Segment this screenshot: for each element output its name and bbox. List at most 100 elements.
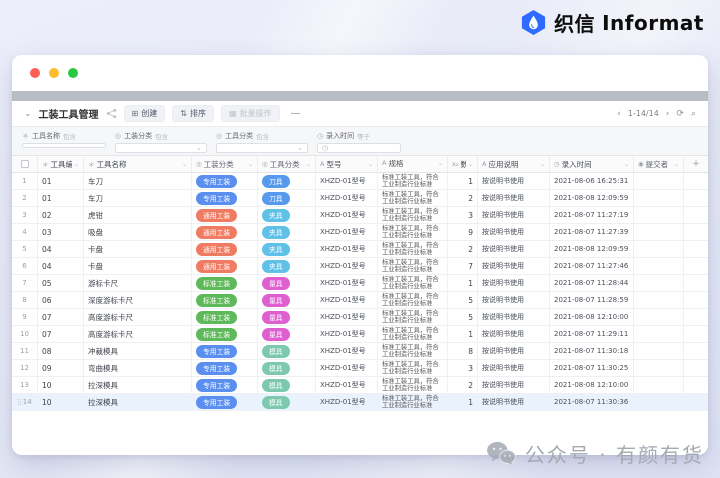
cell-tool-name[interactable]: 深度游标卡尺 — [84, 292, 192, 308]
cell-tool-name[interactable]: 高度游标卡尺 — [84, 309, 192, 325]
cell-entry-time[interactable]: 2021-08-07 11:27:39 — [550, 224, 634, 240]
drag-handle-icon[interactable]: ⣿ — [17, 399, 22, 406]
cell-submitter[interactable] — [634, 326, 684, 342]
cell-submitter[interactable] — [634, 241, 684, 257]
cell-submitter[interactable] — [634, 360, 684, 376]
row-number-cell[interactable]: 9 — [12, 309, 38, 325]
cell-entry-time[interactable]: 2021-08-07 11:28:44 — [550, 275, 634, 291]
cell-submitter[interactable] — [634, 309, 684, 325]
cell-spec[interactable]: 标准工装工具，符合工业制造行业标准 — [378, 360, 448, 376]
cell-quantity[interactable]: 2 — [448, 241, 478, 257]
cell-spec[interactable]: 标准工装工具，符合工业制造行业标准 — [378, 258, 448, 274]
cell-tool-code[interactable]: 10 — [38, 394, 84, 410]
chevron-down-icon[interactable]: ⌄ — [24, 109, 32, 119]
cell-spec[interactable]: 标准工装工具，符合工业制造行业标准 — [378, 173, 448, 189]
cell-entry-time[interactable]: 2021-08-06 16:25:31 — [550, 173, 634, 189]
cell-tool-name[interactable]: 车刀 — [84, 173, 192, 189]
cell-tool-name[interactable]: 拉深模具 — [84, 394, 192, 410]
cell-spec[interactable]: 标准工装工具，符合工业制造行业标准 — [378, 343, 448, 359]
cell-quantity[interactable]: 1 — [448, 173, 478, 189]
column-header-submitter[interactable]: ◉ 提交者 ⌄ — [634, 156, 684, 172]
cell-entry-time[interactable]: 2021-08-08 12:09:59 — [550, 190, 634, 206]
cell-quantity[interactable]: 5 — [448, 292, 478, 308]
cell-tool-name[interactable]: 冲裁模具 — [84, 343, 192, 359]
cell-tooling-category[interactable]: 标准工装 — [192, 275, 258, 291]
cell-quantity[interactable]: 9 — [448, 224, 478, 240]
row-number-cell[interactable]: ⣿ 14 — [12, 394, 38, 410]
filter-operator[interactable]: 包含 — [155, 131, 168, 141]
cell-application[interactable]: 按说明书使用 — [478, 173, 550, 189]
cell-tool-name[interactable]: 吸盘 — [84, 224, 192, 240]
cell-tool-code[interactable]: 01 — [38, 173, 84, 189]
cell-tool-code[interactable]: 09 — [38, 360, 84, 376]
cell-tool-category[interactable]: 夹具 — [258, 258, 316, 274]
cell-submitter[interactable] — [634, 292, 684, 308]
column-header-code[interactable]: ＊工具编号⌄ — [38, 156, 84, 172]
cell-application[interactable]: 按说明书使用 — [478, 343, 550, 359]
sort-button[interactable]: ⇅ 排序 — [172, 105, 214, 122]
cell-tool-code[interactable]: 02 — [38, 207, 84, 223]
cell-application[interactable]: 按说明书使用 — [478, 326, 550, 342]
cell-application[interactable]: 按说明书使用 — [478, 292, 550, 308]
more-button[interactable]: — — [287, 106, 305, 121]
close-window-icon[interactable] — [30, 68, 40, 78]
cell-tool-category[interactable]: 夹具 — [258, 241, 316, 257]
row-number-cell[interactable]: 11 — [12, 343, 38, 359]
cell-entry-time[interactable]: 2021-08-07 11:28:59 — [550, 292, 634, 308]
tooling-category-filter-select[interactable]: ⌄ — [115, 143, 207, 153]
row-number-cell[interactable]: 5 — [12, 241, 38, 257]
cell-tool-category[interactable]: 夹具 — [258, 224, 316, 240]
cell-model[interactable]: XHZD-01型号 — [316, 207, 378, 223]
cell-model[interactable]: XHZD-01型号 — [316, 292, 378, 308]
cell-tool-code[interactable]: 10 — [38, 377, 84, 393]
cell-quantity[interactable]: 2 — [448, 190, 478, 206]
cell-tool-category[interactable]: 模具 — [258, 360, 316, 376]
cell-tooling-category[interactable]: 专用工装 — [192, 394, 258, 410]
cell-tool-category[interactable]: 模具 — [258, 343, 316, 359]
cell-spec[interactable]: 标准工装工具，符合工业制造行业标准 — [378, 292, 448, 308]
filter-operator[interactable]: 包含 — [256, 131, 269, 141]
cell-tool-name[interactable]: 车刀 — [84, 190, 192, 206]
column-header-qty[interactable]: x₂数量⌄ — [448, 156, 478, 172]
next-page-icon[interactable]: › — [666, 109, 670, 119]
cell-entry-time[interactable]: 2021-08-07 11:27:19 — [550, 207, 634, 223]
cell-tooling-category[interactable]: 通用工装 — [192, 241, 258, 257]
row-number-cell[interactable]: 2 — [12, 190, 38, 206]
cell-application[interactable]: 按说明书使用 — [478, 309, 550, 325]
cell-submitter[interactable] — [634, 173, 684, 189]
cell-tool-name[interactable]: 弯曲模具 — [84, 360, 192, 376]
row-number-cell[interactable]: 8 — [12, 292, 38, 308]
cell-model[interactable]: XHZD-01型号 — [316, 173, 378, 189]
cell-application[interactable]: 按说明书使用 — [478, 241, 550, 257]
filter-operator[interactable]: 等于 — [357, 131, 370, 141]
cell-tool-code[interactable]: 03 — [38, 224, 84, 240]
cell-spec[interactable]: 标准工装工具，符合工业制造行业标准 — [378, 224, 448, 240]
cell-entry-time[interactable]: 2021-08-08 12:09:59 — [550, 241, 634, 257]
cell-tool-code[interactable]: 07 — [38, 326, 84, 342]
column-header-model[interactable]: A 型号 ⌄ — [316, 156, 378, 172]
cell-tooling-category[interactable]: 通用工装 — [192, 258, 258, 274]
cell-entry-time[interactable]: 2021-08-07 11:30:36 — [550, 394, 634, 410]
cell-spec[interactable]: 标准工装工具，符合工业制造行业标准 — [378, 377, 448, 393]
cell-submitter[interactable] — [634, 275, 684, 291]
cell-tool-category[interactable]: 模具 — [258, 394, 316, 410]
cell-quantity[interactable]: 1 — [448, 275, 478, 291]
refresh-icon[interactable]: ⟳ — [676, 109, 684, 119]
filter-operator[interactable]: 包含 — [63, 131, 76, 141]
cell-tool-category[interactable]: 夹具 — [258, 207, 316, 223]
cell-tool-code[interactable]: 01 — [38, 190, 84, 206]
cell-spec[interactable]: 标准工装工具，符合工业制造行业标准 — [378, 275, 448, 291]
cell-tool-code[interactable]: 05 — [38, 275, 84, 291]
cell-application[interactable]: 按说明书使用 — [478, 224, 550, 240]
cell-application[interactable]: 按说明书使用 — [478, 394, 550, 410]
cell-entry-time[interactable]: 2021-08-08 12:10:00 — [550, 377, 634, 393]
cell-application[interactable]: 按说明书使用 — [478, 258, 550, 274]
cell-submitter[interactable] — [634, 377, 684, 393]
cell-spec[interactable]: 标准工装工具，符合工业制造行业标准 — [378, 309, 448, 325]
cell-model[interactable]: XHZD-01型号 — [316, 190, 378, 206]
cell-tooling-category[interactable]: 通用工装 — [192, 207, 258, 223]
cell-tool-name[interactable]: 卡盘 — [84, 258, 192, 274]
cell-model[interactable]: XHZD-01型号 — [316, 309, 378, 325]
row-number-cell[interactable]: 12 — [12, 360, 38, 376]
cell-submitter[interactable] — [634, 258, 684, 274]
